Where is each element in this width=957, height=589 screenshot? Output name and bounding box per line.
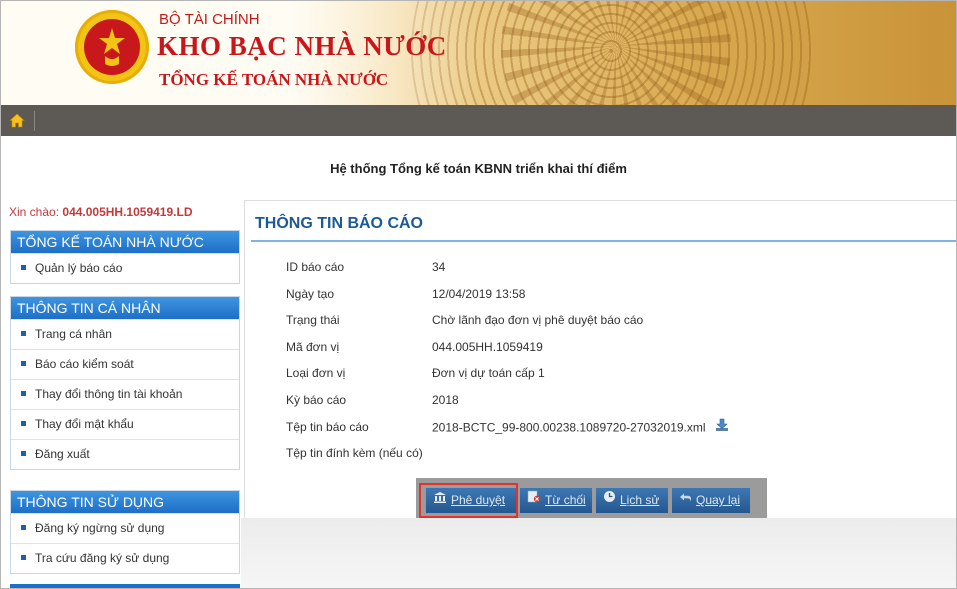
field-value: 12/04/2019 13:58 <box>432 287 526 301</box>
bullet-icon <box>21 331 26 337</box>
sidebar-section-personal: THÔNG TIN CÁ NHÂN Trang cá nhân Báo cáo … <box>10 296 240 470</box>
sidebar-item-stop-usage[interactable]: Đăng ký ngừng sử dụng <box>11 513 239 543</box>
field-label: Kỳ báo cáo <box>286 393 347 407</box>
bullet-icon <box>21 265 26 271</box>
ministry-name: BỘ TÀI CHÍNH <box>159 11 260 28</box>
sidebar-item-control-report[interactable]: Báo cáo kiểm soát <box>11 349 239 379</box>
app-window: BỘ TÀI CHÍNH KHO BẠC NHÀ NƯỚC TỔNG KẾ TO… <box>0 0 957 589</box>
history-button[interactable]: Lịch sử <box>596 488 668 513</box>
sidebar-item-account-info[interactable]: Thay đổi thông tin tài khoản <box>11 379 239 409</box>
page-title: THÔNG TIN BÁO CÁO <box>255 215 423 232</box>
field-label: Tệp tin báo cáo <box>286 420 369 434</box>
field-label: Trạng thái <box>286 313 340 327</box>
org-name: KHO BẠC NHÀ NƯỚC <box>157 31 447 61</box>
sidebar-item-lookup-registration[interactable]: Tra cứu đăng ký sử dụng <box>11 543 239 573</box>
sidebar-item-logout[interactable]: Đăng xuất <box>11 439 239 469</box>
section-header: THÔNG TIN SỬ DỤNG <box>11 491 239 513</box>
field-label: ID báo cáo <box>286 260 345 274</box>
home-icon[interactable] <box>9 113 25 131</box>
field-label: Ngày tạo <box>286 287 335 301</box>
username: 044.005HH.1059419.LD <box>62 205 193 219</box>
field-value: 044.005HH.1059419 <box>432 340 543 354</box>
field-label: Mã đơn vị <box>286 340 340 354</box>
nav-bar <box>1 105 956 136</box>
bullet-icon <box>21 421 26 427</box>
clock-icon <box>603 487 616 512</box>
header-banner: BỘ TÀI CHÍNH KHO BẠC NHÀ NƯỚC TỔNG KẾ TO… <box>1 1 956 105</box>
system-title: Hệ thống Tổng kế toán KBNN triển khai th… <box>330 161 627 176</box>
approve-highlight-box <box>419 483 518 518</box>
sidebar-item-report-management[interactable]: Quản lý báo cáo <box>11 253 239 283</box>
field-value: 2018 <box>432 393 459 407</box>
sidebar-item-change-password[interactable]: Thay đổi mật khẩu <box>11 409 239 439</box>
field-label: Loại đơn vị <box>286 366 346 380</box>
sidebar-item-profile[interactable]: Trang cá nhân <box>11 319 239 349</box>
sidebar-section-usage: THÔNG TIN SỬ DỤNG Đăng ký ngừng sử dụng … <box>10 490 240 574</box>
bullet-icon <box>21 391 26 397</box>
section-header: TỔNG KẾ TOÁN NHÀ NƯỚC <box>11 231 239 253</box>
treasury-logo <box>75 10 149 84</box>
sidebar-section-accounting: TỔNG KẾ TOÁN NHÀ NƯỚC Quản lý báo cáo <box>10 230 240 284</box>
report-info-panel: THÔNG TIN BÁO CÁO ID báo cáo 34 Ngày tạo… <box>244 200 956 520</box>
org-subtitle: TỔNG KẾ TOÁN NHÀ NƯỚC <box>159 70 389 89</box>
document-reject-icon <box>527 487 541 512</box>
greeting: Xin chào: 044.005HH.1059419.LD <box>9 205 192 219</box>
bullet-icon <box>21 361 26 367</box>
field-value: 34 <box>432 260 446 274</box>
bullet-icon <box>21 555 26 561</box>
download-icon[interactable] <box>715 418 729 435</box>
greeting-prefix: Xin chào: <box>9 205 60 219</box>
back-button[interactable]: Quay lại <box>672 488 750 513</box>
bullet-icon <box>21 451 26 457</box>
field-label: Tệp tin đính kèm (nếu có) <box>286 446 423 460</box>
section-header: THÔNG TIN CÁ NHÂN <box>11 297 239 319</box>
field-value: Đơn vị dự toán cấp 1 <box>432 366 545 380</box>
reject-button[interactable]: Từ chối <box>520 488 592 513</box>
bullet-icon <box>21 525 26 531</box>
report-file-link[interactable]: 2018-BCTC_99-800.00238.1089720-27032019.… <box>432 421 706 435</box>
back-arrow-icon <box>679 487 692 512</box>
field-value: Chờ lãnh đạo đơn vị phê duyệt báo cáo <box>432 313 644 327</box>
